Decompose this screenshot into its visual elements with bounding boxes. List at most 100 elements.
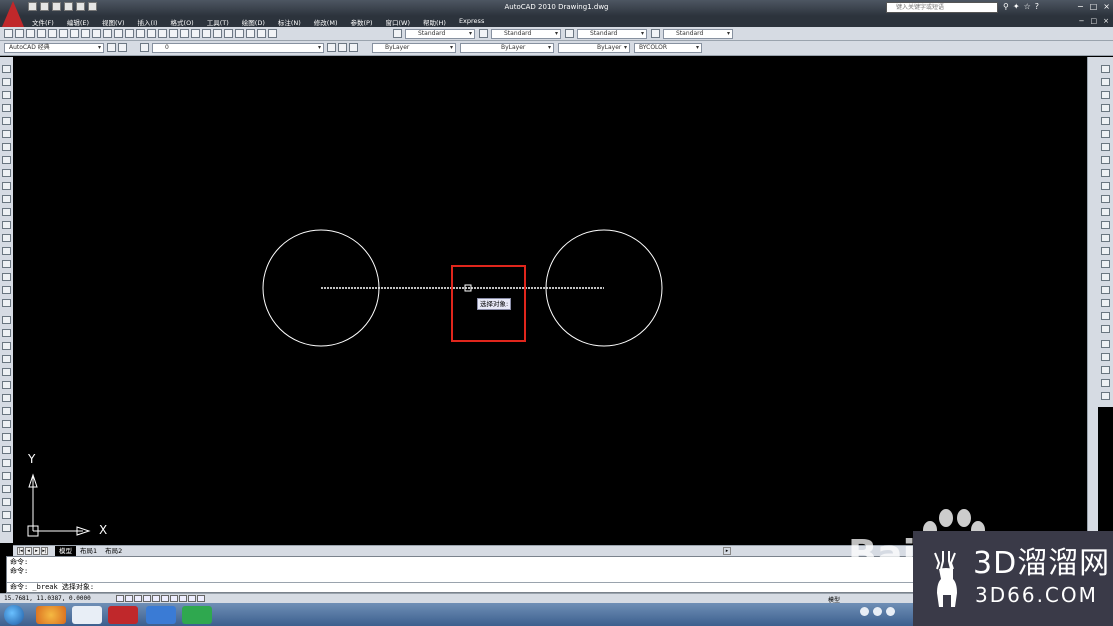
next-tab-icon[interactable]: ▸ <box>33 547 40 555</box>
layer-match-icon[interactable] <box>1101 379 1110 387</box>
dim-space-icon[interactable] <box>1101 208 1110 216</box>
osnap-icon[interactable] <box>152 595 160 602</box>
extend-icon[interactable] <box>2 446 11 454</box>
horizontal-scroll-icon[interactable]: ▸ <box>723 547 731 555</box>
help-icon[interactable] <box>268 29 277 38</box>
text-style-select[interactable]: Standard <box>405 29 475 39</box>
angular-icon[interactable] <box>1101 156 1110 164</box>
menu-window[interactable]: 窗口(W) <box>385 17 410 27</box>
arc-length-icon[interactable] <box>1101 91 1110 99</box>
tab-layout2[interactable]: 布局2 <box>101 546 126 556</box>
otrack-icon[interactable] <box>161 595 169 602</box>
dim-text-edit-icon[interactable] <box>1101 299 1110 307</box>
doc-minimize-button[interactable]: − <box>1079 17 1085 25</box>
erase-icon[interactable] <box>2 316 11 324</box>
diameter-icon[interactable] <box>1101 143 1110 151</box>
arc-icon[interactable] <box>2 130 11 138</box>
dim-style-icon[interactable] <box>1101 325 1110 333</box>
tray-volume-icon[interactable] <box>886 607 895 616</box>
point-icon[interactable] <box>2 234 11 242</box>
workspace-select[interactable]: AutoCAD 经典 <box>4 43 104 53</box>
break-icon[interactable] <box>2 472 11 480</box>
undo-icon[interactable] <box>136 29 145 38</box>
ordinate-icon[interactable] <box>1101 104 1110 112</box>
tray-network-icon[interactable] <box>860 607 869 616</box>
ducs-icon[interactable] <box>170 595 178 602</box>
scale-icon[interactable] <box>2 407 11 415</box>
prev-tab-icon[interactable]: ◂ <box>25 547 32 555</box>
plot-style-select[interactable]: BYCOLOR <box>634 43 702 53</box>
copy-icon[interactable] <box>92 29 101 38</box>
table-style-select[interactable]: Standard <box>577 29 647 39</box>
inspection-icon[interactable] <box>1101 260 1110 268</box>
block-editor-icon[interactable] <box>125 29 134 38</box>
ellipse-arc-icon[interactable] <box>2 195 11 203</box>
multiline-text-icon[interactable] <box>2 299 11 307</box>
plot-icon[interactable] <box>37 29 46 38</box>
doc-restore-button[interactable]: □ <box>1091 17 1098 25</box>
layer-icon[interactable] <box>1101 340 1110 348</box>
coordinate-display[interactable]: 15.7681, 11.0387, 0.0000 <box>4 595 91 602</box>
lineweight-select[interactable]: ByLayer <box>558 43 630 53</box>
tray-help-icon[interactable] <box>873 607 882 616</box>
move-icon[interactable] <box>2 381 11 389</box>
vertical-scrollbar[interactable] <box>1087 57 1098 543</box>
first-tab-icon[interactable]: |◂ <box>17 547 24 555</box>
continue-icon[interactable] <box>1101 195 1110 203</box>
start-button[interactable] <box>4 605 24 625</box>
taskbar-word-icon[interactable] <box>146 606 176 624</box>
tool-palettes-icon[interactable] <box>224 29 233 38</box>
insert-block-icon[interactable] <box>2 208 11 216</box>
tab-layout1[interactable]: 布局1 <box>76 546 101 556</box>
help-icon[interactable]: ? <box>1035 2 1039 11</box>
layer-select[interactable]: 0 <box>152 43 324 53</box>
table-style-button[interactable] <box>565 29 574 38</box>
jogged-linear-icon[interactable] <box>1101 273 1110 281</box>
jogged-icon[interactable] <box>1101 130 1110 138</box>
tab-model[interactable]: 模型 <box>55 546 76 556</box>
zoom-window-icon[interactable] <box>180 29 189 38</box>
layer-manager-icon[interactable] <box>140 43 149 52</box>
make-current-icon[interactable] <box>327 43 336 52</box>
region-icon[interactable] <box>2 273 11 281</box>
taskbar-autocad-icon[interactable] <box>108 606 138 624</box>
menu-draw[interactable]: 绘图(D) <box>242 17 265 27</box>
ortho-icon[interactable] <box>134 595 142 602</box>
zoom-previous-icon[interactable] <box>191 29 200 38</box>
stretch-icon[interactable] <box>2 420 11 428</box>
join-icon[interactable] <box>2 485 11 493</box>
properties-icon[interactable] <box>202 29 211 38</box>
publish-icon[interactable] <box>59 29 68 38</box>
spline-icon[interactable] <box>2 169 11 177</box>
workspace-settings-icon[interactable] <box>107 43 116 52</box>
layer-previous-icon[interactable] <box>338 43 347 52</box>
rectangle-icon[interactable] <box>2 117 11 125</box>
dim-style-button[interactable] <box>479 29 488 38</box>
zoom-realtime-icon[interactable] <box>169 29 178 38</box>
match-properties-icon[interactable] <box>114 29 123 38</box>
communication-icon[interactable]: ☆ <box>1024 2 1031 11</box>
sheet-set-icon[interactable] <box>235 29 244 38</box>
dim-update-icon[interactable] <box>1101 312 1110 320</box>
menu-format[interactable]: 格式(O) <box>171 17 194 27</box>
markup-icon[interactable] <box>246 29 255 38</box>
maximize-button[interactable]: □ <box>1090 2 1098 11</box>
offset-icon[interactable] <box>2 355 11 363</box>
copy-object-icon[interactable] <box>2 329 11 337</box>
dyn-icon[interactable] <box>179 595 187 602</box>
command-prompt[interactable]: 命令: _break 选择对象: <box>10 583 94 592</box>
3d-dwf-icon[interactable] <box>70 29 79 38</box>
dim-edit-icon[interactable] <box>1101 286 1110 294</box>
fillet-icon[interactable] <box>2 511 11 519</box>
layer-isolate-icon[interactable] <box>1101 392 1110 400</box>
grid-icon[interactable] <box>125 595 133 602</box>
hatch-icon[interactable] <box>2 247 11 255</box>
tolerance-icon[interactable] <box>1101 234 1110 242</box>
radius-icon[interactable] <box>1101 117 1110 125</box>
redo-icon[interactable] <box>147 29 156 38</box>
color-select[interactable]: ByLayer <box>372 43 456 53</box>
doc-close-button[interactable]: × <box>1103 17 1109 25</box>
circle-icon[interactable] <box>2 143 11 151</box>
taskbar-app-1-icon[interactable] <box>36 606 66 624</box>
line-icon[interactable] <box>2 65 11 73</box>
